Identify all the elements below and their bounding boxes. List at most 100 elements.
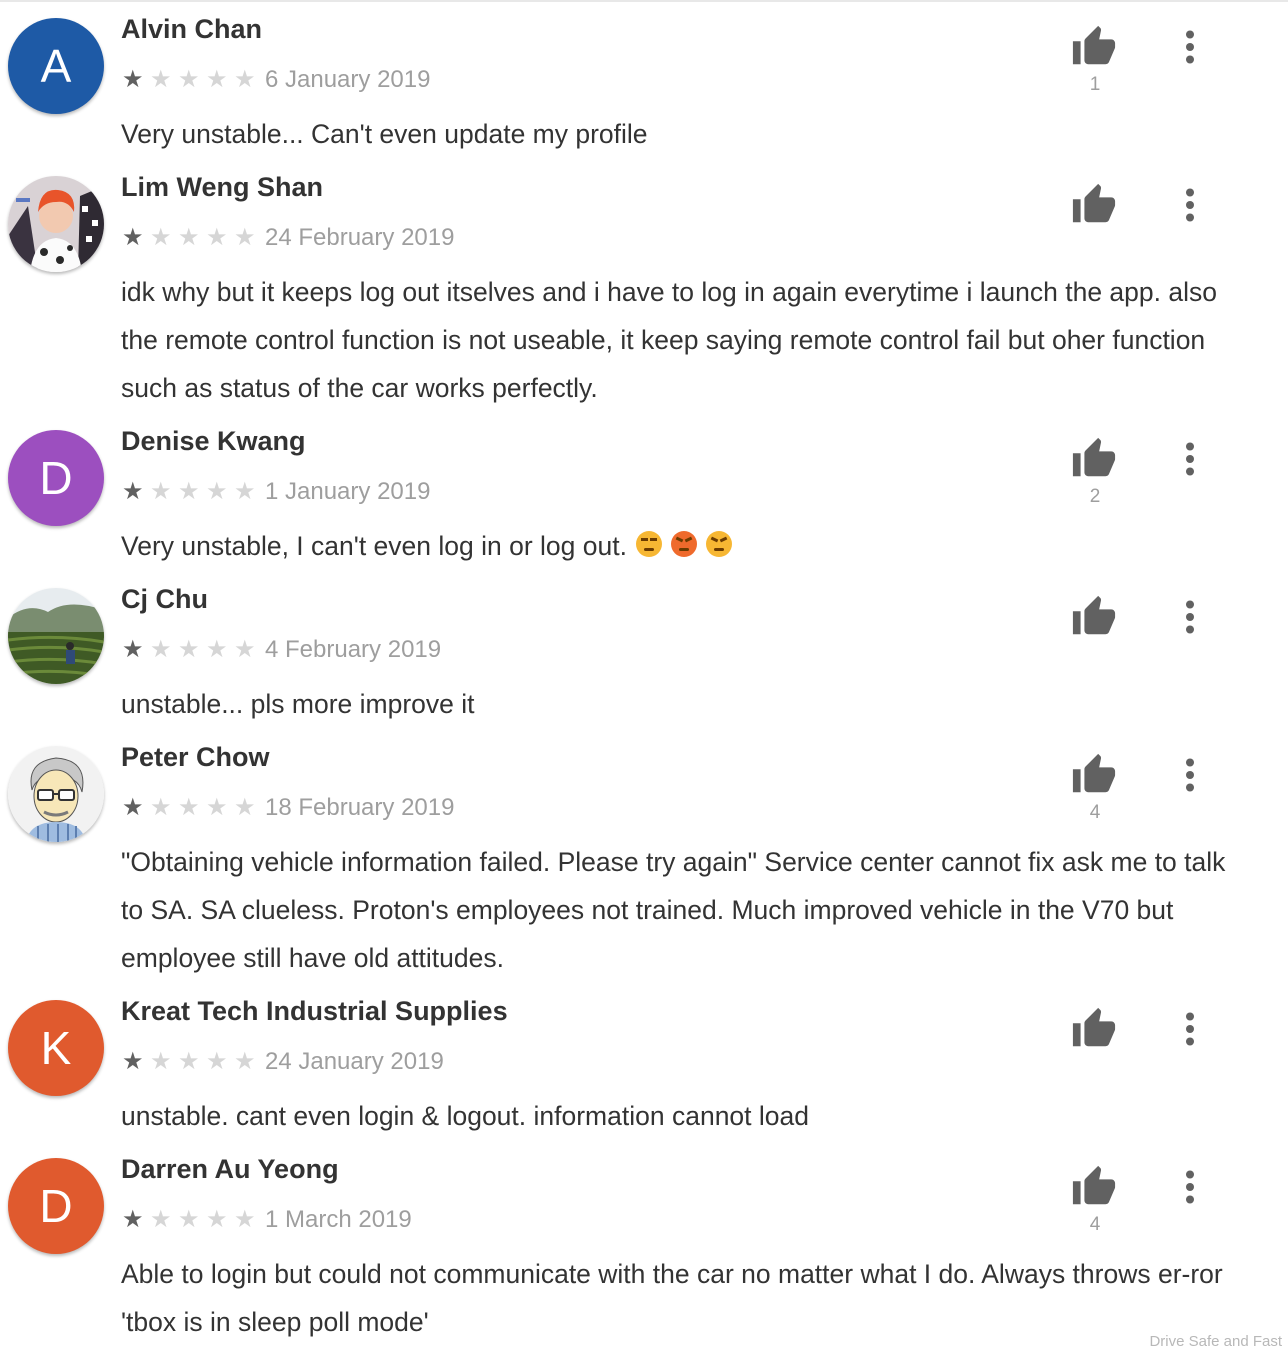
avatar[interactable]: K [8, 1000, 104, 1096]
reviewer-name: Alvin Chan [121, 14, 263, 44]
star-icon: ★ [178, 1206, 200, 1233]
star-icon: ★ [234, 66, 256, 93]
cartoon-photo [8, 746, 104, 842]
top-divider [0, 0, 1288, 2]
star-icon: ★ [178, 794, 200, 821]
star-icon: ★ [150, 1048, 172, 1075]
star-icon: ★ [150, 1206, 172, 1233]
angry-face-icon [705, 531, 732, 557]
rating-row: ★ ★ ★ ★ ★ 18 February 2019 [122, 792, 454, 824]
star-icon: ★ [122, 1048, 144, 1075]
star-icon: ★ [178, 1048, 200, 1075]
star-icon: ★ [122, 478, 144, 505]
star-icon: ★ [234, 1206, 256, 1233]
star-icon: ★ [234, 1048, 256, 1075]
review-text: unstable... pls more improve it [121, 680, 1251, 728]
star-rating: ★ ★ ★ ★ ★ [122, 66, 262, 94]
rating-row: ★ ★ ★ ★ ★ 1 March 2019 [122, 1204, 412, 1236]
star-rating: ★ ★ ★ ★ ★ [122, 1048, 262, 1076]
rating-row: ★ ★ ★ ★ ★ 24 February 2019 [122, 222, 454, 254]
more-options-icon[interactable] [1170, 183, 1210, 227]
review-text-content: unstable... pls more improve it [121, 689, 475, 719]
more-options-icon[interactable] [1170, 25, 1210, 69]
star-icon: ★ [206, 794, 228, 821]
reviewer-name: Darren Au Yeong [121, 1154, 339, 1184]
rating-row: ★ ★ ★ ★ ★ 1 January 2019 [122, 476, 430, 508]
avatar[interactable] [8, 176, 104, 272]
more-options-icon[interactable] [1170, 437, 1210, 481]
review-text: "Obtaining vehicle information failed. P… [121, 838, 1251, 982]
pouting-face-icon [670, 531, 697, 557]
star-rating: ★ ★ ★ ★ ★ [122, 794, 262, 822]
star-rating: ★ ★ ★ ★ ★ [122, 224, 262, 252]
reviewer-name: Kreat Tech Industrial Supplies [121, 996, 508, 1026]
star-icon: ★ [178, 66, 200, 93]
star-rating: ★ ★ ★ ★ ★ [122, 1206, 262, 1234]
more-options-icon[interactable] [1170, 753, 1210, 797]
star-icon: ★ [178, 636, 200, 663]
review-date: 18 February 2019 [265, 794, 455, 821]
star-icon: ★ [206, 66, 228, 93]
review-date: 1 March 2019 [265, 1206, 412, 1233]
reviewer-name: Lim Weng Shan [121, 172, 324, 202]
review-date: 24 January 2019 [265, 1048, 444, 1075]
star-icon: ★ [206, 1048, 228, 1075]
thumbs-up-icon[interactable] [1070, 24, 1118, 70]
more-options-icon[interactable] [1170, 1007, 1210, 1051]
star-icon: ★ [150, 66, 172, 93]
star-icon: ★ [122, 224, 144, 251]
star-icon: ★ [150, 794, 172, 821]
rating-row: ★ ★ ★ ★ ★ 24 January 2019 [122, 1046, 444, 1078]
helpful-count: 2 [1089, 486, 1101, 507]
review-text-content: unstable. cant even login & logout. info… [121, 1101, 809, 1131]
watermark: Drive Safe and Fast [1149, 1333, 1282, 1350]
review-text: Able to login but could not communicate … [121, 1250, 1251, 1346]
star-icon: ★ [178, 224, 200, 251]
review-text-content: idk why but it keeps log out itselves an… [121, 277, 1217, 403]
thumbs-up-icon[interactable] [1070, 594, 1118, 640]
thumbs-up-icon[interactable] [1070, 752, 1118, 798]
review-text-content: "Obtaining vehicle information failed. P… [121, 847, 1226, 973]
portrait-photo [8, 176, 104, 272]
star-icon: ★ [122, 636, 144, 663]
helpful-count: 4 [1089, 802, 1101, 823]
star-icon: ★ [206, 636, 228, 663]
reviewer-name: Denise Kwang [121, 426, 306, 456]
avatar[interactable]: D [8, 430, 104, 526]
review-text: idk why but it keeps log out itselves an… [121, 268, 1251, 412]
reviewer-name: Peter Chow [121, 742, 270, 772]
thumbs-up-icon[interactable] [1070, 1164, 1118, 1210]
more-options-icon[interactable] [1170, 1165, 1210, 1209]
review-text-content: Very unstable, I can't even log in or lo… [121, 531, 627, 561]
star-icon: ★ [234, 636, 256, 663]
star-icon: ★ [206, 478, 228, 505]
thumbs-up-icon[interactable] [1070, 1006, 1118, 1052]
avatar-initial: D [39, 1180, 73, 1232]
star-icon: ★ [150, 224, 172, 251]
reviewer-name: Cj Chu [121, 584, 208, 614]
avatar-initial: K [40, 1022, 72, 1074]
star-icon: ★ [122, 1206, 144, 1233]
more-options-icon[interactable] [1170, 595, 1210, 639]
avatar-initial: D [39, 452, 73, 504]
avatar[interactable]: D [8, 1158, 104, 1254]
star-icon: ★ [206, 1206, 228, 1233]
star-icon: ★ [206, 224, 228, 251]
avatar[interactable]: A [8, 18, 104, 114]
star-icon: ★ [150, 636, 172, 663]
unamused-face-icon [635, 531, 662, 557]
star-icon: ★ [122, 794, 144, 821]
review-text-content: Able to login but could not communicate … [121, 1259, 1223, 1337]
avatar[interactable] [8, 746, 104, 842]
review-date: 6 January 2019 [265, 66, 431, 93]
avatar[interactable] [8, 588, 104, 684]
review-date: 4 February 2019 [265, 636, 442, 663]
star-icon: ★ [150, 478, 172, 505]
review-text: Very unstable, I can't even log in or lo… [121, 522, 1251, 570]
review-date: 1 January 2019 [265, 478, 431, 505]
rating-row: ★ ★ ★ ★ ★ 6 January 2019 [122, 64, 430, 96]
thumbs-up-icon[interactable] [1070, 436, 1118, 482]
star-icon: ★ [234, 478, 256, 505]
thumbs-up-icon[interactable] [1070, 182, 1118, 228]
helpful-count: 1 [1089, 74, 1101, 95]
